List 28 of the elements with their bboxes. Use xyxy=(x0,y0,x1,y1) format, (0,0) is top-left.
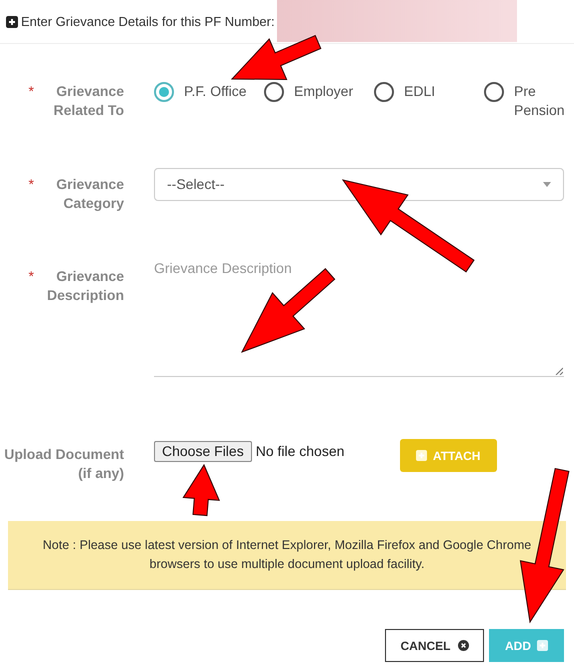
plus-square-icon xyxy=(537,640,548,651)
field-label: Upload Document (if any) xyxy=(3,445,124,483)
required-mark: * xyxy=(28,82,34,101)
category-select[interactable]: --Select-- xyxy=(154,168,564,201)
required-mark: * xyxy=(28,175,34,194)
radio-button[interactable] xyxy=(374,82,394,102)
file-status: No file chosen xyxy=(256,442,346,461)
field-label: Grievance Related To xyxy=(52,82,124,120)
resize-handle-icon xyxy=(555,367,563,375)
radio-button[interactable] xyxy=(154,82,174,102)
radio-button[interactable] xyxy=(484,82,504,102)
radio-option[interactable]: Pre Pension xyxy=(484,82,574,120)
field-label: Grievance Description xyxy=(46,267,124,305)
radio-button[interactable] xyxy=(264,82,284,102)
plus-square-icon xyxy=(6,16,18,28)
arrow-drawing xyxy=(182,464,220,516)
section-heading: Enter Grievance Details for this PF Number: xyxy=(21,12,275,31)
required-mark: * xyxy=(28,267,34,286)
caret-icon xyxy=(543,182,551,187)
note-text: Note : Please use latest version of Internet Explorer, Mozilla Firefox and Google Chrome browsers to use multiple document upload facility. xyxy=(42,537,532,573)
close-icon xyxy=(458,640,468,651)
radio-option[interactable]: EDLI xyxy=(374,82,484,120)
choose-files-button[interactable]: Choose Files xyxy=(154,441,252,462)
plus-square-icon xyxy=(416,450,427,461)
radio-option[interactable]: Employer xyxy=(264,82,374,120)
cancel-button[interactable]: CANCEL xyxy=(385,629,484,662)
field-label: Grievance Category xyxy=(55,175,124,213)
radio-option[interactable]: P.F. Office xyxy=(154,82,264,120)
